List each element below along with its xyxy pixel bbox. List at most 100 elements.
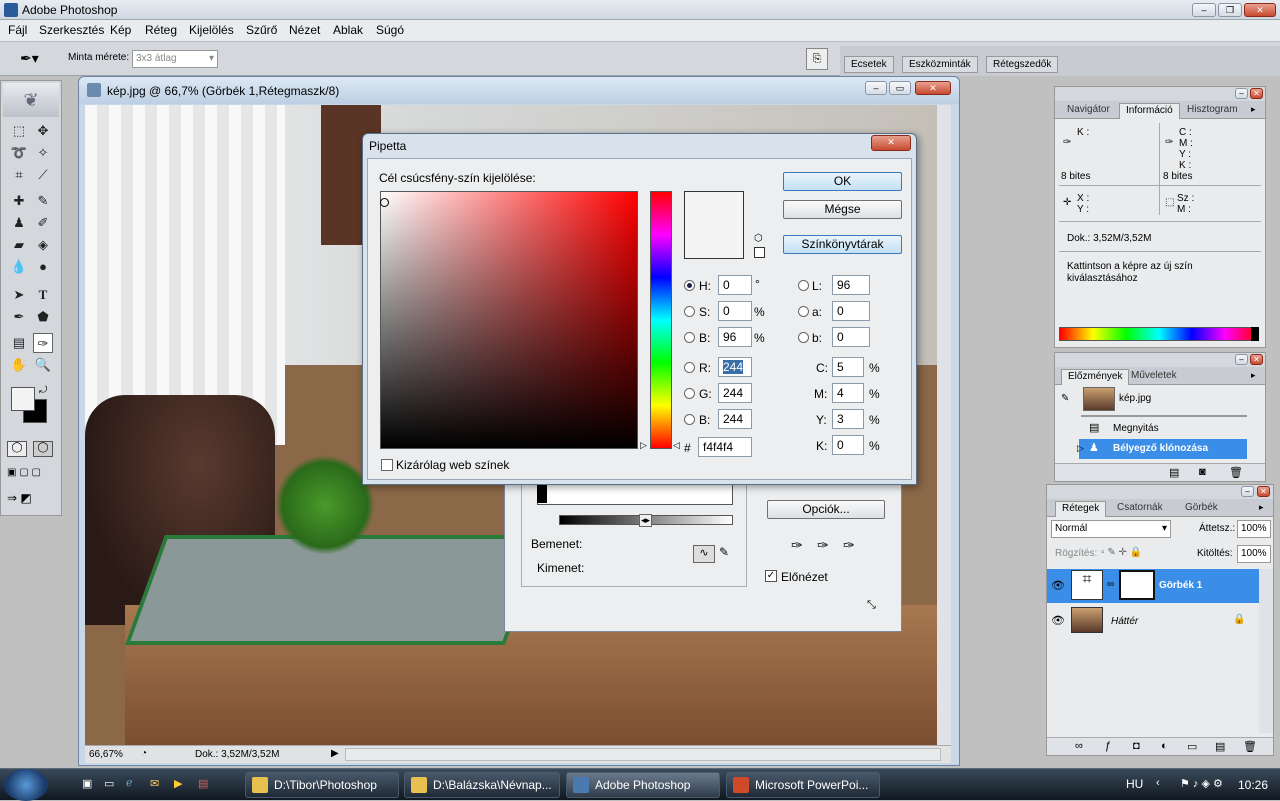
tab-navigator[interactable]: Navigátor <box>1061 103 1116 119</box>
snapshot-icon[interactable]: ◙ <box>1199 466 1206 478</box>
quickmask-on-icon[interactable]: ◯ <box>33 441 53 457</box>
doc-minimize-button[interactable]: – <box>865 81 887 95</box>
history-brush-source-icon[interactable]: ✎ <box>1061 393 1069 404</box>
eyedropper-tool-icon[interactable]: ✑ <box>33 333 53 353</box>
slice-icon[interactable]: ⟋ <box>33 165 53 185</box>
tab-layers[interactable]: Rétegek <box>1055 501 1107 517</box>
menu-file[interactable]: Fájl <box>8 23 27 37</box>
s-field[interactable]: 0 <box>718 301 752 321</box>
history-close-button[interactable]: ✕ <box>1250 354 1263 365</box>
tab-histogram[interactable]: Hisztogram <box>1181 103 1244 119</box>
fill-field[interactable]: 100% <box>1237 545 1271 563</box>
a-radio[interactable] <box>798 306 809 317</box>
eye-icon[interactable]: 👁 <box>1051 579 1065 592</box>
b-rgb-radio[interactable] <box>684 414 695 425</box>
menu-layer[interactable]: Réteg <box>145 23 177 37</box>
layer-row-selected[interactable]: 👁 ⌗ ∞ Görbék 1 <box>1047 569 1259 603</box>
gray-eyedropper-icon[interactable]: ✑ <box>817 537 829 554</box>
task-explorer-balazska[interactable]: D:\Balázska\Névnap... <box>404 772 560 798</box>
tab-channels[interactable]: Csatornák <box>1111 501 1169 517</box>
menu-select[interactable]: Kijelölés <box>189 23 234 37</box>
h-field[interactable]: 0 <box>718 275 752 295</box>
start-button[interactable] <box>4 769 48 801</box>
menu-help[interactable]: Súgó <box>376 23 404 37</box>
minimize-button[interactable]: – <box>1192 3 1216 17</box>
maximize-button[interactable]: ❐ <box>1218 3 1242 17</box>
history-item-selected[interactable]: ▷ ♟ Bélyegző klónozása <box>1077 439 1247 459</box>
task-explorer-photoshop[interactable]: D:\Tibor\Photoshop <box>245 772 399 798</box>
language-indicator[interactable]: HU <box>1126 777 1143 791</box>
r-field[interactable]: 244 <box>718 357 752 377</box>
history-item[interactable]: ▤ Megnyitás <box>1055 419 1255 439</box>
screen-mode-icon[interactable]: ▣ ▢ ▢ <box>7 467 55 483</box>
resize-grip-icon[interactable]: ⤡ <box>867 599 876 612</box>
eraser-icon[interactable]: ▰ <box>9 235 29 255</box>
new-document-icon[interactable]: ▤ <box>1169 466 1179 479</box>
zoom-icon[interactable]: 🔍 <box>33 355 53 375</box>
color-libraries-button[interactable]: Színkönyvtárak <box>783 235 902 254</box>
layers-minimize-button[interactable]: – <box>1241 486 1254 497</box>
color-field[interactable] <box>380 191 638 449</box>
layer-mask-thumb[interactable] <box>1119 570 1155 600</box>
history-menu-icon[interactable]: ▸ <box>1251 370 1256 381</box>
new-group-icon[interactable]: ▭ <box>1187 740 1197 753</box>
mail-icon[interactable]: ✉ <box>150 777 159 790</box>
media-icon[interactable]: ▶ <box>174 777 182 790</box>
quickmask-off-icon[interactable]: ◯ <box>7 441 27 457</box>
type-icon[interactable]: T <box>33 285 53 305</box>
k-field[interactable]: 0 <box>832 435 864 455</box>
stamp-icon[interactable]: ♟ <box>9 213 29 233</box>
info-minimize-button[interactable]: – <box>1235 88 1248 99</box>
move-icon[interactable]: ✥ <box>33 121 53 141</box>
lasso-icon[interactable]: ➰ <box>9 143 29 163</box>
tab-info[interactable]: Információ <box>1119 103 1180 119</box>
jump-to-imageready-icon[interactable]: ⇒ ◩ <box>7 491 55 509</box>
b-lab-field[interactable]: 0 <box>832 327 870 347</box>
c-field[interactable]: 5 <box>832 357 864 377</box>
status-arrow-icon[interactable]: ▶ <box>331 748 339 759</box>
hand-icon[interactable]: ✋ <box>9 355 29 375</box>
status-menu-icon[interactable]: ◔ <box>141 748 147 759</box>
notes-icon[interactable]: ▤ <box>9 333 29 353</box>
r-radio[interactable] <box>684 362 695 373</box>
healing-icon[interactable]: ✚ <box>9 191 29 211</box>
crop-icon[interactable]: ⌗ <box>9 165 29 185</box>
link-layers-icon[interactable]: ∞ <box>1075 740 1083 752</box>
bucket-icon[interactable]: ◈ <box>33 235 53 255</box>
delete-layer-icon[interactable]: 🗑 <box>1243 740 1257 753</box>
menu-image[interactable]: Kép <box>110 23 131 37</box>
layers-close-button[interactable]: ✕ <box>1257 486 1270 497</box>
h-radio[interactable] <box>684 280 695 291</box>
trash-icon[interactable]: 🗑 <box>1229 466 1243 479</box>
menu-edit[interactable]: Szerkesztés <box>39 23 104 37</box>
eyedropper-icon[interactable]: ✒▾ <box>20 50 39 67</box>
doc-vscroll[interactable] <box>937 105 951 745</box>
tray-expand-icon[interactable]: ‹ <box>1156 777 1160 789</box>
web-color-swatch-icon[interactable] <box>754 247 765 258</box>
layer-row[interactable]: 👁 Háttér 🔒 <box>1047 605 1259 637</box>
menu-view[interactable]: Nézet <box>289 23 320 37</box>
tab-tool-presets[interactable]: Eszközminták <box>902 56 978 73</box>
foreground-color-swatch[interactable] <box>11 387 35 411</box>
info-menu-icon[interactable]: ▸ <box>1251 104 1256 115</box>
b-lab-radio[interactable] <box>798 332 809 343</box>
a-field[interactable]: 0 <box>832 301 870 321</box>
tab-brushes[interactable]: Ecsetek <box>844 56 894 73</box>
add-mask-icon[interactable]: ◘ <box>1133 740 1140 752</box>
dodge-icon[interactable]: ● <box>33 257 53 277</box>
task-powerpoint[interactable]: Microsoft PowerPoi... <box>726 772 880 798</box>
blur-icon[interactable]: 💧 <box>9 257 29 277</box>
g-field[interactable]: 244 <box>718 383 752 403</box>
tab-history[interactable]: Előzmények <box>1061 369 1130 385</box>
new-layer-icon[interactable]: ▤ <box>1215 740 1225 753</box>
save-icon[interactable]: ▤ <box>198 777 208 790</box>
tray-icons[interactable]: ⚑ ♪ ◈ ⚙ <box>1180 777 1223 790</box>
opacity-field[interactable]: 100% <box>1237 520 1271 538</box>
ie-icon[interactable]: ℯ <box>126 776 133 789</box>
doc-maximize-button[interactable]: ▭ <box>889 81 911 95</box>
lock-icons[interactable]: ▫ ✎ ✛ 🔒 <box>1101 547 1142 558</box>
brush-icon[interactable]: ✎ <box>33 191 53 211</box>
layers-menu-icon[interactable]: ▸ <box>1259 502 1264 513</box>
zoom-level[interactable]: 66,67% <box>89 749 123 760</box>
m-field[interactable]: 4 <box>832 383 864 403</box>
